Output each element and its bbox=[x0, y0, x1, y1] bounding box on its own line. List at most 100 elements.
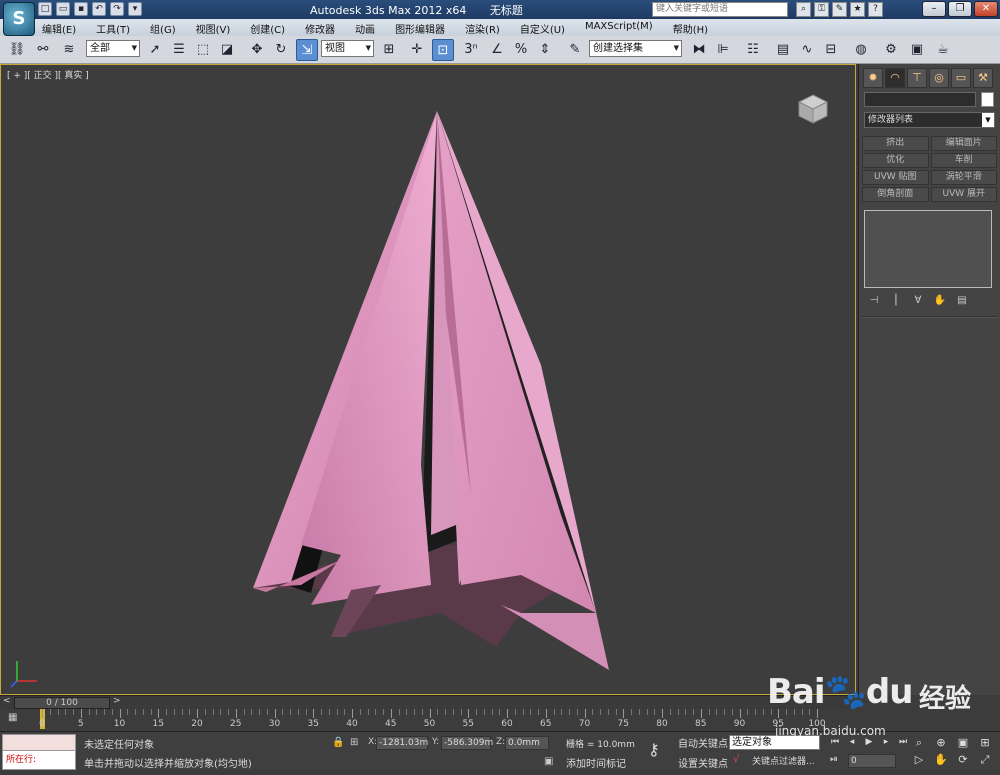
perspective-viewport[interactable]: [ + ][ 正交 ][ 真实 ] bbox=[0, 64, 856, 695]
key-filters-button[interactable]: 关键点过滤器... bbox=[752, 754, 815, 767]
render-setup-icon[interactable]: ⚙ bbox=[880, 39, 902, 61]
render-production-icon[interactable]: ☕ bbox=[932, 39, 954, 61]
unlink-icon[interactable]: ⚯ bbox=[32, 39, 54, 61]
selection-set-dropdown[interactable]: 选定对象 bbox=[729, 735, 820, 750]
new-file-icon[interactable]: □ bbox=[38, 2, 52, 16]
mirror-icon[interactable]: ⧓ bbox=[688, 39, 710, 61]
maximize-viewport-icon[interactable]: ⤢ bbox=[976, 753, 994, 767]
pivot-point-icon[interactable]: ⊞ bbox=[378, 39, 400, 61]
menu-item[interactable]: 视图(V) bbox=[196, 21, 231, 36]
selection-filter-dropdown[interactable]: 全部 bbox=[86, 40, 140, 57]
display-tab-icon[interactable]: ▭ bbox=[951, 68, 971, 88]
graphite-tools-icon[interactable]: ▤ bbox=[772, 39, 794, 61]
previous-frame-icon[interactable]: ◂ bbox=[845, 736, 859, 749]
pin-stack-icon[interactable]: ⊣ bbox=[867, 294, 881, 308]
go-to-end-icon[interactable]: ⏭ bbox=[896, 736, 910, 749]
modifier-button[interactable]: 挤出 bbox=[862, 136, 929, 151]
modifier-button[interactable]: 优化 bbox=[862, 153, 929, 168]
object-name-field[interactable] bbox=[864, 92, 976, 107]
time-slider-thumb[interactable]: 0 / 100 bbox=[14, 697, 110, 709]
tools-icon[interactable]: ✎ bbox=[832, 2, 847, 17]
modifier-button[interactable]: UVW 贴图 bbox=[862, 170, 929, 185]
menu-item[interactable]: 帮助(H) bbox=[673, 21, 708, 36]
search-input[interactable]: 键入关键字或短语 bbox=[652, 2, 788, 17]
minimize-button[interactable]: – bbox=[922, 1, 946, 17]
zoom-extents-all-icon[interactable]: ⊞ bbox=[976, 736, 994, 750]
modifier-button[interactable]: UVW 展开 bbox=[930, 187, 997, 202]
auto-key-button[interactable]: 自动关键点 bbox=[678, 735, 728, 750]
go-to-start-icon[interactable]: ⏮ bbox=[828, 736, 842, 749]
snaps-toggle-icon[interactable]: 3ⁿ bbox=[460, 39, 482, 61]
maxscript-output[interactable]: 所在行: bbox=[3, 751, 75, 769]
star-cone-mesh[interactable] bbox=[1, 65, 857, 696]
zoom-icon[interactable]: ⌕ bbox=[910, 736, 928, 750]
next-frame-button[interactable]: > bbox=[113, 696, 121, 706]
app-logo-icon[interactable]: S bbox=[3, 2, 35, 36]
material-editor-icon[interactable]: ◍ bbox=[850, 39, 872, 61]
spinner-snap-icon[interactable]: ⇕ bbox=[534, 39, 556, 61]
schematic-view-icon[interactable]: ⊟ bbox=[820, 39, 842, 61]
select-by-name-icon[interactable]: ☰ bbox=[168, 39, 190, 61]
key-tangent-icon[interactable]: √ bbox=[733, 754, 739, 765]
utilities-tab-icon[interactable]: ⚒ bbox=[973, 68, 993, 88]
set-key-button[interactable]: 设置关键点 bbox=[678, 755, 728, 770]
save-file-icon[interactable]: ▪ bbox=[74, 2, 88, 16]
show-end-result-icon[interactable]: ⎮ bbox=[889, 294, 903, 308]
zoom-all-icon[interactable]: ⊕ bbox=[932, 736, 950, 750]
menu-item[interactable]: MAXScript(M) bbox=[585, 21, 653, 36]
rotate-icon[interactable]: ↻ bbox=[270, 39, 292, 61]
menu-item[interactable]: 渲染(R) bbox=[465, 21, 500, 36]
menu-item[interactable]: 图形编辑器 bbox=[395, 21, 445, 36]
menu-item[interactable]: 动画 bbox=[355, 21, 375, 36]
play-icon[interactable]: ▶ bbox=[862, 736, 876, 749]
set-key-icon[interactable]: ⚷ bbox=[648, 740, 660, 759]
restore-button[interactable]: ❐ bbox=[948, 1, 972, 17]
pan-icon[interactable]: ✋ bbox=[932, 753, 950, 767]
menu-item[interactable]: 创建(C) bbox=[250, 21, 285, 36]
curve-editor-icon[interactable]: ∿ bbox=[796, 39, 818, 61]
time-slider[interactable]: < 0 / 100 > bbox=[0, 695, 856, 709]
maxscript-input[interactable] bbox=[3, 735, 75, 751]
select-object-icon[interactable]: ➚ bbox=[144, 39, 166, 61]
reference-coordinate-dropdown[interactable]: 视图 bbox=[321, 40, 374, 57]
named-selection-dropdown[interactable]: 创建选择集 bbox=[589, 40, 682, 57]
key-icon[interactable]: ⚿ bbox=[814, 2, 829, 17]
maxscript-listener[interactable]: 所在行: bbox=[2, 734, 76, 770]
modifier-stack-view[interactable] bbox=[864, 210, 992, 288]
y-coordinate-field[interactable]: -586.309m bbox=[441, 736, 493, 750]
angle-snap-icon[interactable]: ∠ bbox=[486, 39, 508, 61]
select-and-link-icon[interactable]: ⛓ bbox=[6, 39, 28, 61]
rendered-frame-window-icon[interactable]: ▣ bbox=[906, 39, 928, 61]
modifier-list-dropdown[interactable]: 修改器列表 bbox=[864, 112, 995, 128]
selection-lock-icon[interactable]: 🔒 bbox=[332, 737, 344, 748]
undo-icon[interactable]: ↶ bbox=[92, 2, 106, 16]
select-and-manipulate-icon[interactable]: ✛ bbox=[406, 39, 428, 61]
motion-tab-icon[interactable]: ◎ bbox=[929, 68, 949, 88]
scale-icon[interactable]: ⇲ bbox=[296, 39, 318, 61]
modifier-button[interactable]: 编辑面片 bbox=[930, 136, 997, 151]
layer-manager-icon[interactable]: ☷ bbox=[742, 39, 764, 61]
redo-icon[interactable]: ↷ bbox=[110, 2, 124, 16]
mini-curve-editor-icon[interactable]: ▦ bbox=[8, 712, 26, 726]
modifier-button[interactable]: 车削 bbox=[930, 153, 997, 168]
bind-space-warp-icon[interactable]: ≋ bbox=[58, 39, 80, 61]
star-icon[interactable]: ★ bbox=[850, 2, 865, 17]
align-icon[interactable]: ⊫ bbox=[712, 39, 734, 61]
menu-item[interactable]: 修改器 bbox=[305, 21, 335, 36]
create-tab-icon[interactable]: ✹ bbox=[863, 68, 883, 88]
absolute-mode-icon[interactable]: ⊞ bbox=[350, 737, 358, 748]
remove-modifier-icon[interactable]: ✋ bbox=[933, 294, 947, 308]
quick-access-dropdown-icon[interactable]: ▾ bbox=[128, 2, 142, 16]
object-color-swatch[interactable] bbox=[981, 92, 994, 107]
modifier-button[interactable]: 倒角剖面 bbox=[862, 187, 929, 202]
modifier-button[interactable]: 涡轮平滑 bbox=[930, 170, 997, 185]
zoom-extents-icon[interactable]: ▣ bbox=[954, 736, 972, 750]
track-bar[interactable]: ▦ 0 5 10 15 20 25 30 35 40 45 50 55 60 65 70 75 80 85 90 95… bbox=[0, 709, 856, 731]
next-frame-icon[interactable]: ▸ bbox=[879, 736, 893, 749]
hierarchy-tab-icon[interactable]: ⊤ bbox=[907, 68, 927, 88]
z-coordinate-field[interactable]: 0.0mm bbox=[505, 736, 549, 750]
rectangular-selection-icon[interactable]: ⬚ bbox=[192, 39, 214, 61]
modify-tab-icon[interactable]: ◠ bbox=[885, 68, 905, 88]
binoculars-icon[interactable]: ⌕ bbox=[796, 2, 811, 17]
prev-frame-button[interactable]: < bbox=[3, 696, 11, 706]
